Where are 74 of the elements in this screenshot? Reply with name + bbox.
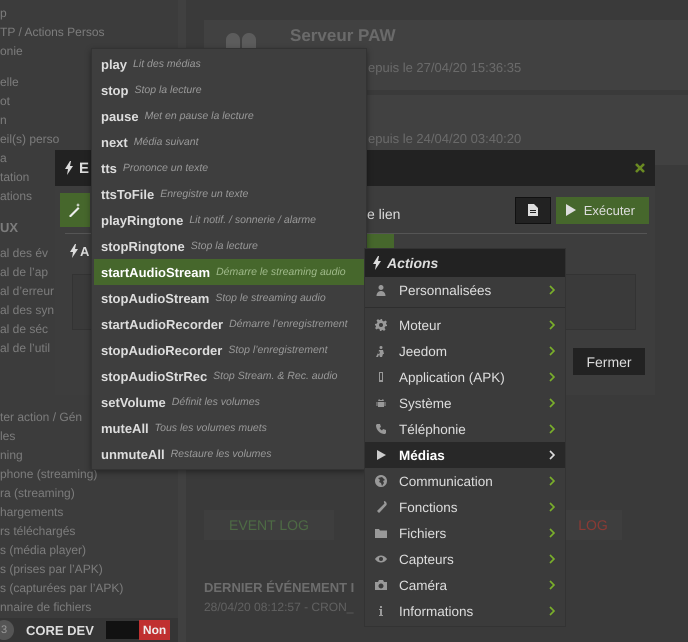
robot-icon [375,397,387,409]
chevron-icon [549,528,555,538]
category-item[interactable]: Médias [365,442,565,468]
figure-icon [375,345,387,357]
command-item[interactable]: stopAudioStrRec Stop Stream. & Rec. audio [92,363,366,389]
category-item[interactable]: Informations [365,598,565,624]
phone-icon [375,423,387,435]
dialog-title: E [79,160,90,176]
chevron-icon [549,580,555,590]
command-item[interactable]: tts Prononce un texte [92,155,366,181]
category-item[interactable]: Fichiers [365,520,565,546]
chevron-icon [549,320,555,330]
command-item[interactable]: ttsToFile Enregistre un texte [92,181,366,207]
command-item[interactable]: playRingtone Lit notif. / sonnerie / alarme [92,207,366,233]
chevron-icon [549,476,555,486]
command-item[interactable]: pause Met en pause la lecture [92,103,366,129]
category-item[interactable]: Système [365,390,565,416]
category-item[interactable]: Communication [365,468,565,494]
command-item[interactable]: setVolume Définit les volumes [92,389,366,415]
command-item[interactable]: stopAudioStream Stop le streaming audio [92,285,366,311]
close-icon[interactable] [635,163,645,173]
command-item[interactable]: stopAudioRecorder Stop l’enregistrement [92,337,366,363]
category-item[interactable]: Fonctions [365,494,565,520]
status-label: Non [138,620,170,640]
category-item[interactable]: Jeedom [365,338,565,364]
lightning-icon [65,161,73,175]
document-icon [528,204,538,216]
status-box [106,621,139,639]
chevron-icon [549,285,555,295]
command-item[interactable]: muteAll Tous les volumes muets [92,415,366,441]
category-item[interactable]: Capteurs [365,546,565,572]
command-item[interactable]: unmuteAll Restaure les volumes [92,441,366,467]
quote-icon [226,32,256,48]
execute-button[interactable]: Exécuter [556,196,649,224]
play-icon [375,449,387,461]
command-item[interactable]: play Lit des médias [92,51,366,77]
command-item[interactable]: startAudioStream Démarre le streaming audio [94,259,364,285]
category-item[interactable]: Application (APK) [365,364,565,390]
device-name: CORE DEV [26,622,94,638]
category-item[interactable]: Téléphonie [365,416,565,442]
play-icon [566,204,576,216]
menu-title: Actions [387,255,438,271]
chevron-icon [549,450,555,460]
chevron-icon [549,398,555,408]
camera-icon [375,579,387,591]
globe-icon [375,475,387,487]
chevron-icon [549,554,555,564]
wand-button[interactable] [60,193,90,227]
chevron-icon [549,606,555,616]
eye-icon [375,553,387,565]
category-item[interactable]: Moteur [365,312,565,338]
lightning-icon [373,256,381,270]
category-item[interactable]: Personnalisées [365,277,565,303]
category-item[interactable]: Caméra [365,572,565,598]
chevron-icon [549,502,555,512]
command-item[interactable]: stopRingtone Stop la lecture [92,233,366,259]
chevron-icon [549,372,555,382]
folder-icon [375,527,387,539]
chevron-icon [549,424,555,434]
person-icon [375,284,387,296]
gear-icon [375,319,387,331]
close-button[interactable]: Fermer [573,348,645,375]
count-badge: 3 [0,620,14,640]
document-button[interactable] [514,196,551,224]
sidebar-heading: UX [0,219,18,237]
chevron-icon [549,346,555,356]
wrench-icon [375,501,387,513]
command-item[interactable]: startAudioRecorder Démarre l’enregistrement [92,311,366,337]
command-item[interactable]: stop Stop la lecture [92,77,366,103]
link-label: e lien [367,205,402,222]
wand-icon [68,203,82,217]
section-label: A [80,244,90,258]
command-item[interactable]: next Média suivant [92,129,366,155]
lightning-icon [70,244,78,258]
